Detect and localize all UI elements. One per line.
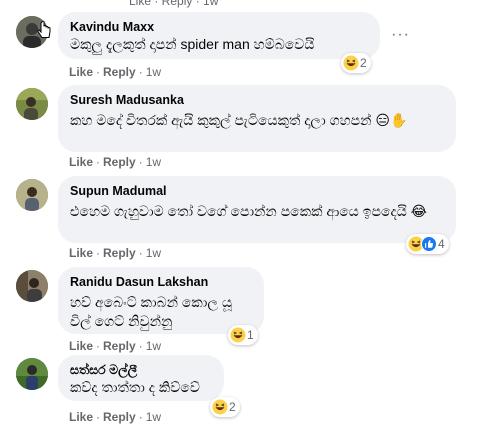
comment-bubble: Supun Madumal එහෙම ගැහුවාම තෝ වගේ පොන්න …: [58, 176, 456, 243]
avatar[interactable]: [16, 358, 48, 390]
comment-bubble: සත්සර මල්ලී කව්ද තාත්තා ද කිව්වේ: [58, 355, 224, 401]
hand-cursor-icon: [37, 20, 51, 46]
reaction-summary[interactable]: 4: [406, 234, 449, 254]
comment-author[interactable]: Supun Madumal: [70, 183, 444, 199]
haha-icon: [343, 55, 359, 71]
comment-bubble: Kavindu Maxx මකුලු දැලකුත් දාපන් spider …: [58, 12, 380, 59]
like-link[interactable]: Like: [69, 339, 93, 353]
comment-bubble: Suresh Madusanka කහ මදේ විතරක් ඇයි කුකුල…: [58, 85, 456, 152]
reaction-summary[interactable]: 2: [341, 53, 371, 73]
comment-actions: Like · Reply · 1w: [69, 155, 162, 169]
reply-link[interactable]: Reply: [103, 65, 136, 79]
reaction-count: 2: [360, 56, 367, 70]
comment-author[interactable]: Kavindu Maxx: [70, 19, 368, 35]
comment-author[interactable]: Ranidu Dasun Lakshan: [70, 274, 252, 290]
reply-link[interactable]: Reply: [103, 246, 136, 260]
comment-timestamp[interactable]: 1w: [146, 339, 161, 353]
comment-text: එහෙම ගැහුවාම තෝ වගේ පොන්න පකෙක් ආයෙ ඉපදෙ…: [70, 203, 428, 219]
more-options-icon[interactable]: ···: [391, 26, 410, 44]
like-link[interactable]: Like: [69, 65, 93, 79]
reaction-summary[interactable]: 2: [210, 397, 240, 417]
haha-icon: [230, 327, 246, 343]
comment-actions: Like · Reply · 1w: [69, 339, 162, 353]
comment-text: කහ මදේ විතරක් ඇයි කුකුල් පැටියෙකුත් දාලා…: [70, 112, 408, 128]
comment-text: හව් අබෙංට් කාබන් කොල යූ විල් ගෙට් නිවුන්…: [70, 294, 233, 329]
comment-text: කව්ද තාත්තා ද කිව්වේ: [70, 379, 200, 395]
comment-timestamp[interactable]: 1w: [146, 155, 161, 169]
comment-timestamp[interactable]: 1w: [146, 65, 161, 79]
reaction-count: 4: [438, 237, 445, 251]
like-link[interactable]: Like: [69, 246, 93, 260]
comment-actions: Like · Reply · 1w: [69, 410, 162, 424]
like-icon: [421, 236, 437, 252]
like-link[interactable]: Like: [69, 155, 93, 169]
reaction-summary[interactable]: 1: [228, 325, 258, 345]
comment-author[interactable]: Suresh Madusanka: [70, 92, 444, 108]
avatar[interactable]: [16, 88, 48, 120]
reply-link[interactable]: Reply: [103, 339, 136, 353]
previous-comment-actions: Like · Reply · 1w: [129, 0, 219, 8]
haha-icon: [212, 399, 228, 415]
reaction-count: 1: [247, 328, 254, 342]
comment-bubble: Ranidu Dasun Lakshan හව් අබෙංට් කාබන් කො…: [58, 267, 264, 334]
comment-actions: Like · Reply · 1w: [69, 65, 162, 79]
reply-link[interactable]: Reply: [103, 410, 136, 424]
avatar[interactable]: [16, 270, 48, 302]
like-link[interactable]: Like: [69, 410, 93, 424]
comment-timestamp[interactable]: 1w: [146, 410, 161, 424]
comment-author[interactable]: සත්සර මල්ලී: [70, 362, 212, 378]
reply-link[interactable]: Reply: [103, 155, 136, 169]
avatar[interactable]: [16, 179, 48, 211]
comment-actions: Like · Reply · 1w: [69, 246, 162, 260]
comment-timestamp[interactable]: 1w: [146, 246, 161, 260]
comment-text: මකුලු දැලකුත් දාපන් spider man හම්බවෙයි: [70, 36, 315, 52]
reaction-count: 2: [229, 400, 236, 414]
